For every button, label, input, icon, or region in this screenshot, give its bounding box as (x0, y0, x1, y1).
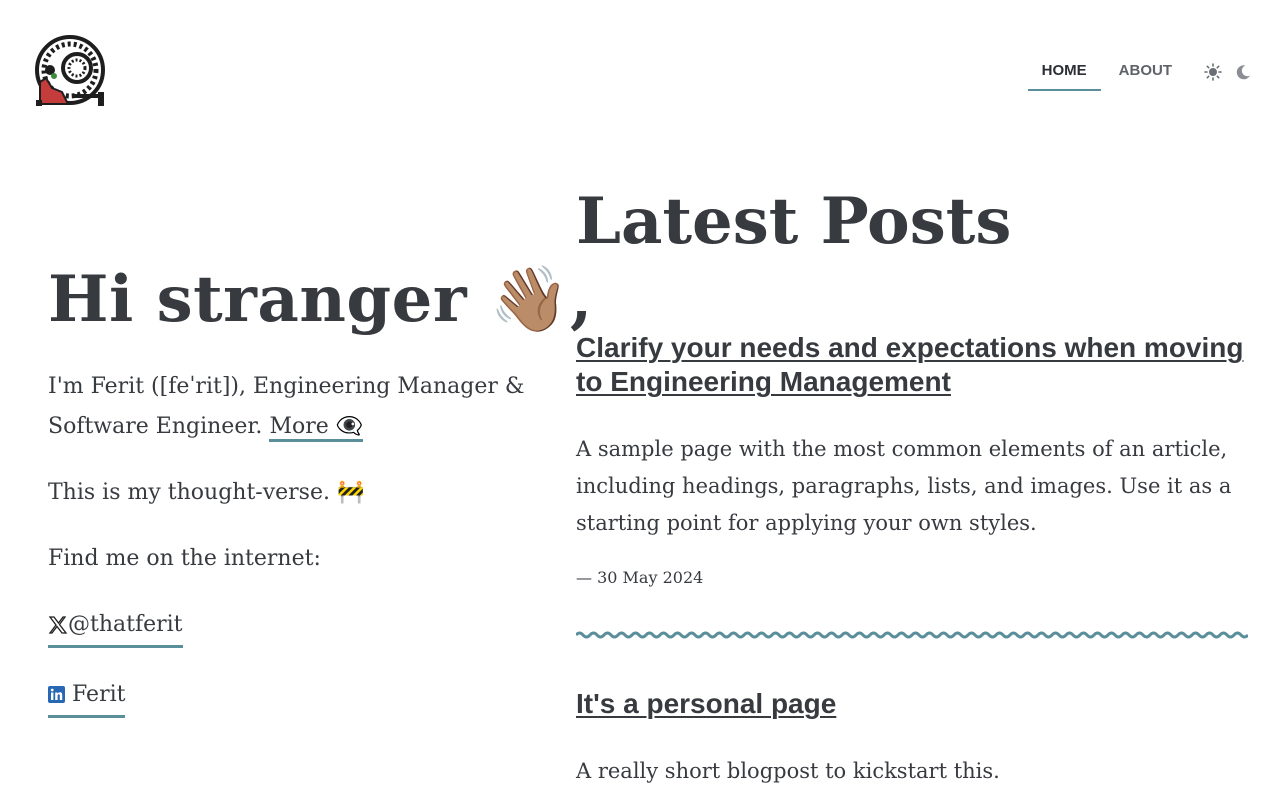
post-title-link[interactable]: It's a personal page (576, 688, 836, 719)
linkedin-line: Ferit (48, 675, 538, 718)
greeting-text: Hi stranger (48, 262, 468, 337)
linkedin-link[interactable]: Ferit (48, 675, 126, 718)
latest-posts-section: Latest Posts Clarify your needs and expe… (576, 184, 1248, 800)
site-header: HOME ABOUT (0, 0, 1280, 140)
nav-home[interactable]: HOME (1027, 53, 1101, 91)
x-logo-icon (48, 616, 68, 634)
intro-section: Hi stranger 👋🏽, I'm Ferit ([feˈrit]), En… (48, 262, 592, 744)
post-description: A sample page with the most common eleme… (576, 436, 1232, 535)
logo-icon (35, 35, 105, 106)
post-description: A really short blogpost to kickstart thi… (576, 758, 1000, 783)
latest-posts-title: Latest Posts (576, 184, 1012, 259)
linkedin-name: Ferit (72, 681, 126, 707)
twitter-link[interactable]: @thatferit (48, 605, 183, 648)
twitter-line: @thatferit (48, 605, 538, 649)
find-me-text: Find me on the internet: (48, 545, 321, 571)
linkedin-icon (48, 686, 65, 704)
theme-toggle (1204, 63, 1252, 81)
post-title-link[interactable]: Clarify your needs and expectations when… (576, 332, 1244, 397)
bio-paragraph: I'm Ferit ([feˈrit]), Engineering Manage… (48, 367, 538, 447)
post-title: It's a personal page (576, 687, 1248, 721)
post-title: Clarify your needs and expectations when… (576, 331, 1248, 399)
sun-icon[interactable] (1204, 63, 1222, 81)
twitter-handle: @thatferit (68, 611, 183, 637)
more-link[interactable]: More 👁‍🗨 (269, 413, 364, 442)
waving-hand-emoji: 👋🏽 (489, 262, 571, 337)
post-item: Clarify your needs and expectations when… (576, 331, 1248, 587)
greeting-heading: Hi stranger 👋🏽, (48, 262, 592, 339)
nav-about[interactable]: ABOUT (1105, 53, 1186, 91)
site-logo[interactable] (32, 32, 108, 108)
main-nav: HOME ABOUT (1024, 52, 1252, 92)
moon-icon[interactable] (1234, 63, 1252, 81)
post-item: It's a personal page A really short blog… (576, 687, 1248, 790)
thought-verse-text: This is my thought-verse. 🚧 (48, 479, 365, 505)
wavy-divider (576, 631, 1248, 639)
post-date: — 30 May 2024 (576, 567, 704, 587)
